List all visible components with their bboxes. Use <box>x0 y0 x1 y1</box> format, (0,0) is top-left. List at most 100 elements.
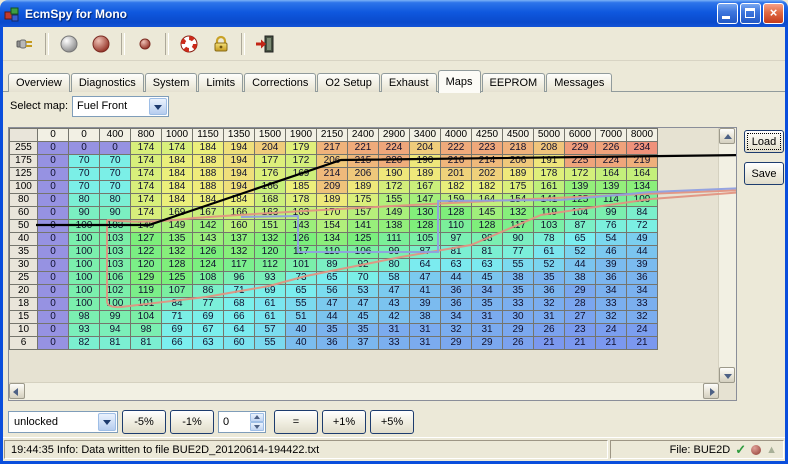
map-cell[interactable]: 111 <box>379 233 410 246</box>
map-cell[interactable]: 90 <box>503 233 534 246</box>
map-cell[interactable]: 154 <box>503 194 534 207</box>
map-cell[interactable]: 0 <box>38 207 69 220</box>
map-cell[interactable]: 191 <box>534 155 565 168</box>
map-cell[interactable]: 149 <box>131 220 162 233</box>
map-cell[interactable]: 184 <box>162 155 193 168</box>
map-cell[interactable]: 110 <box>441 220 472 233</box>
map-cell[interactable]: 143 <box>193 233 224 246</box>
map-cell[interactable]: 37 <box>348 337 379 350</box>
map-cell[interactable]: 132 <box>224 246 255 259</box>
map-cell[interactable]: 167 <box>193 207 224 220</box>
map-cell[interactable]: 21 <box>534 337 565 350</box>
disconnect-ball-icon[interactable] <box>56 31 82 57</box>
map-cell[interactable]: 86 <box>193 285 224 298</box>
map-cell[interactable]: 194 <box>224 142 255 155</box>
map-cell[interactable]: 65 <box>565 233 596 246</box>
lock-icon[interactable] <box>208 31 234 57</box>
map-cell[interactable]: 33 <box>627 298 658 311</box>
map-cell[interactable]: 24 <box>596 324 627 337</box>
map-cell[interactable]: 39 <box>627 259 658 272</box>
map-cell[interactable]: 216 <box>441 155 472 168</box>
record-dot-icon[interactable] <box>132 31 158 57</box>
map-cell[interactable]: 110 <box>317 246 348 259</box>
map-cell[interactable]: 0 <box>38 298 69 311</box>
map-cell[interactable]: 32 <box>596 311 627 324</box>
map-cell[interactable]: 35 <box>503 285 534 298</box>
map-cell[interactable]: 71 <box>162 311 193 324</box>
spinner-up-button[interactable] <box>250 413 264 422</box>
map-cell[interactable]: 0 <box>38 155 69 168</box>
map-cell[interactable]: 66 <box>162 337 193 350</box>
map-cell[interactable]: 54 <box>596 233 627 246</box>
map-cell[interactable]: 172 <box>286 155 317 168</box>
map-cell[interactable]: 100 <box>69 272 100 285</box>
map-cell[interactable]: 104 <box>565 207 596 220</box>
map-cell[interactable]: 47 <box>410 272 441 285</box>
map-cell[interactable]: 126 <box>286 233 317 246</box>
horizontal-scrollbar[interactable] <box>9 382 719 400</box>
map-cell[interactable]: 30 <box>503 311 534 324</box>
map-cell[interactable]: 70 <box>69 155 100 168</box>
map-cell[interactable]: 160 <box>224 220 255 233</box>
map-cell[interactable]: 128 <box>410 220 441 233</box>
map-cell[interactable]: 139 <box>565 181 596 194</box>
map-cell[interactable]: 65 <box>317 272 348 285</box>
map-cell[interactable]: 226 <box>596 142 627 155</box>
map-cell[interactable]: 194 <box>224 181 255 194</box>
combo-drop-button[interactable] <box>149 98 167 115</box>
map-cell[interactable]: 35 <box>472 298 503 311</box>
map-cell[interactable]: 0 <box>38 142 69 155</box>
select-map-combobox[interactable]: Fuel Front <box>72 96 169 117</box>
map-cell[interactable]: 182 <box>472 181 503 194</box>
map-cell[interactable]: 46 <box>596 246 627 259</box>
map-cell[interactable]: 100 <box>69 246 100 259</box>
map-cell[interactable]: 98 <box>69 311 100 324</box>
map-cell[interactable]: 159 <box>441 194 472 207</box>
map-cell[interactable]: 188 <box>193 155 224 168</box>
map-cell[interactable]: 174 <box>131 181 162 194</box>
map-cell[interactable]: 0 <box>38 220 69 233</box>
map-cell[interactable]: 33 <box>596 298 627 311</box>
map-cell[interactable]: 0 <box>38 233 69 246</box>
map-cell[interactable]: 201 <box>441 168 472 181</box>
tab-limits[interactable]: Limits <box>198 73 243 92</box>
map-cell[interactable]: 129 <box>131 272 162 285</box>
map-cell[interactable]: 0 <box>38 181 69 194</box>
map-cell[interactable]: 147 <box>410 194 441 207</box>
map-cell[interactable]: 58 <box>379 272 410 285</box>
map-cell[interactable]: 218 <box>503 142 534 155</box>
map-cell[interactable]: 184 <box>193 142 224 155</box>
map-cell[interactable]: 202 <box>472 168 503 181</box>
lock-state-combobox[interactable]: unlocked <box>8 411 118 433</box>
map-cell[interactable]: 34 <box>596 285 627 298</box>
map-cell[interactable]: 119 <box>534 207 565 220</box>
map-cell[interactable]: 70 <box>348 272 379 285</box>
map-cell[interactable]: 109 <box>627 194 658 207</box>
map-cell[interactable]: 184 <box>224 194 255 207</box>
tab-messages[interactable]: Messages <box>546 73 612 92</box>
map-cell[interactable]: 49 <box>627 233 658 246</box>
map-cell[interactable]: 175 <box>348 194 379 207</box>
map-cell[interactable]: 117 <box>503 220 534 233</box>
map-cell[interactable]: 169 <box>162 207 193 220</box>
map-cell[interactable]: 69 <box>255 285 286 298</box>
map-cell[interactable]: 214 <box>472 155 503 168</box>
map-cell[interactable]: 35 <box>317 324 348 337</box>
map-cell[interactable]: 93 <box>255 272 286 285</box>
scroll-down-button[interactable] <box>719 367 735 383</box>
map-cell[interactable]: 0 <box>38 311 69 324</box>
map-cell[interactable]: 204 <box>410 142 441 155</box>
map-cell[interactable]: 169 <box>286 168 317 181</box>
close-button[interactable]: × <box>763 3 784 24</box>
minus-5-percent-button[interactable]: -5% <box>122 410 166 434</box>
map-cell[interactable]: 166 <box>224 207 255 220</box>
map-cell[interactable]: 174 <box>131 207 162 220</box>
map-cell[interactable]: 164 <box>472 194 503 207</box>
map-cell[interactable]: 100 <box>69 220 100 233</box>
map-cell[interactable]: 122 <box>131 246 162 259</box>
map-cell[interactable]: 206 <box>317 155 348 168</box>
map-cell[interactable]: 29 <box>472 337 503 350</box>
map-cell[interactable]: 100 <box>100 298 131 311</box>
map-cell[interactable]: 87 <box>410 246 441 259</box>
map-cell[interactable]: 175 <box>503 181 534 194</box>
